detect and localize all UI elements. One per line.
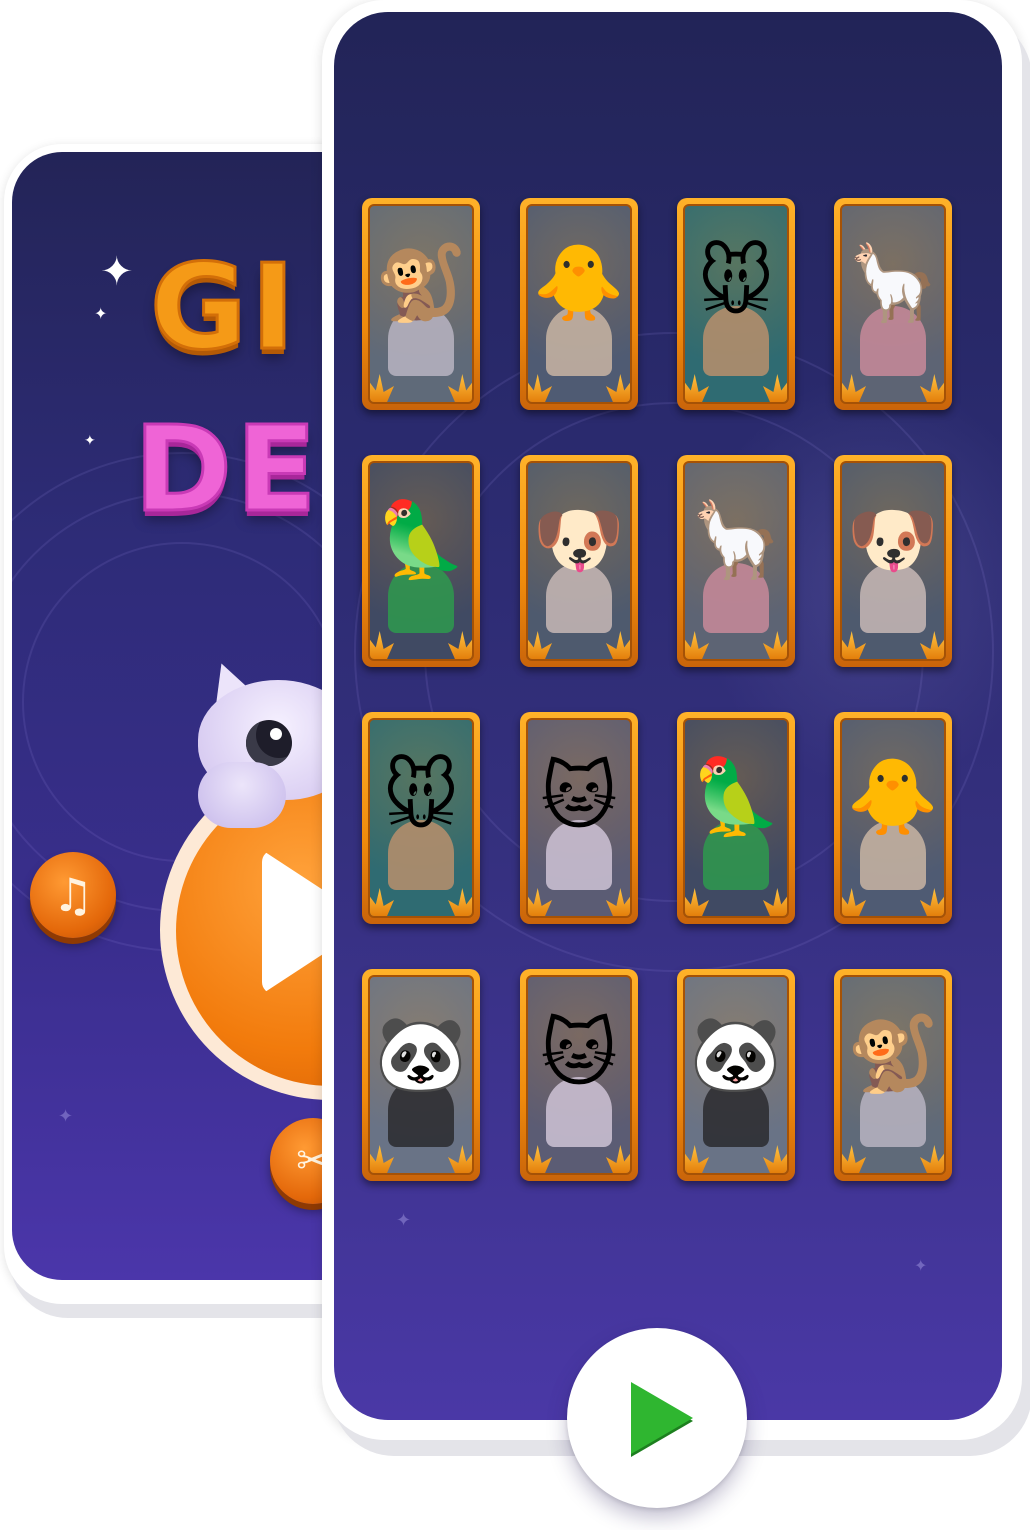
card-corner-ornament [842, 888, 866, 916]
card-corner-ornament [606, 631, 632, 661]
animal-card-kitten[interactable]: 🐱 [520, 969, 638, 1181]
card-artwork: 🐶 [840, 461, 946, 661]
card-corner-ornament [606, 1145, 632, 1175]
panda-icon: 🐼 [374, 1011, 468, 1097]
card-corner-ornament [685, 888, 709, 916]
animal-card-puppy[interactable]: 🐶 [834, 455, 952, 667]
animal-card-parrot[interactable]: 🦜 [362, 455, 480, 667]
kitten-icon: 🐱 [540, 1011, 618, 1097]
card-artwork: 🦜 [368, 461, 474, 661]
card-artwork: 🦙 [840, 204, 946, 404]
card-corner-ornament [763, 374, 789, 404]
card-corner-ornament [842, 1145, 866, 1173]
card-corner-ornament [448, 1145, 474, 1175]
card-corner-ornament [685, 1145, 709, 1173]
animal-card-mouse[interactable]: 🐭 [362, 712, 480, 924]
card-corner-ornament [606, 374, 632, 404]
music-note-icon: ♫ [52, 868, 94, 922]
card-artwork: 🐒 [368, 204, 474, 404]
animal-card-mouse[interactable]: 🐭 [677, 198, 795, 410]
panda-icon: 🐼 [689, 1011, 783, 1097]
card-corner-ornament [370, 374, 394, 402]
chick-icon: 🐥 [532, 240, 626, 326]
card-corner-ornament [606, 888, 632, 918]
game-title-line-1: GI [149, 237, 299, 378]
game-title-line-2: DE [133, 399, 321, 540]
card-artwork: 🐼 [368, 975, 474, 1175]
card-artwork: 🐱 [526, 975, 632, 1175]
card-corner-ornament [763, 1145, 789, 1175]
animal-card-parrot[interactable]: 🦜 [677, 712, 795, 924]
card-corner-ornament [920, 374, 946, 404]
llama-icon: 🦙 [689, 497, 783, 583]
card-corner-ornament [370, 1145, 394, 1173]
card-artwork: 🐶 [526, 461, 632, 661]
animal-card-llama[interactable]: 🦙 [834, 198, 952, 410]
card-artwork: 🐭 [683, 204, 789, 404]
card-artwork: 🐥 [526, 204, 632, 404]
card-artwork: 🐭 [368, 718, 474, 918]
animal-card-puppy[interactable]: 🐶 [520, 455, 638, 667]
chick-icon: 🐥 [846, 754, 940, 840]
animal-card-chick[interactable]: 🐥 [520, 198, 638, 410]
card-corner-ornament [528, 888, 552, 916]
animal-card-monkey[interactable]: 🐒 [834, 969, 952, 1181]
card-corner-ornament [920, 888, 946, 918]
monkey-icon: 🐒 [846, 1011, 940, 1097]
card-corner-ornament [685, 374, 709, 402]
cat-mascot-eye [246, 720, 292, 766]
cat-mascot-paw [198, 762, 286, 828]
card-artwork: 🐱 [526, 718, 632, 918]
card-corner-ornament [842, 631, 866, 659]
animal-card-chick[interactable]: 🐥 [834, 712, 952, 924]
play-button[interactable] [567, 1328, 747, 1508]
sparkle-icon: ✦ [94, 304, 108, 323]
sparkle-icon: ✦ [84, 433, 96, 449]
play-icon [631, 1382, 693, 1454]
kitten-icon: 🐱 [540, 754, 618, 840]
card-corner-ornament [448, 374, 474, 404]
card-corner-ornament [528, 1145, 552, 1173]
parrot-icon: 🦜 [374, 497, 468, 583]
puppy-icon: 🐶 [532, 497, 626, 583]
card-corner-ornament [448, 631, 474, 661]
card-corner-ornament [763, 888, 789, 918]
mouse-icon: 🐭 [697, 240, 775, 326]
puppy-icon: 🐶 [846, 497, 940, 583]
card-artwork: 🐥 [840, 718, 946, 918]
card-artwork: 🦙 [683, 461, 789, 661]
llama-icon: 🦙 [846, 240, 940, 326]
star-icon: ✦ [396, 1210, 412, 1231]
card-corner-ornament [920, 631, 946, 661]
card-corner-ornament [763, 631, 789, 661]
card-corner-ornament [528, 631, 552, 659]
card-corner-ornament [448, 888, 474, 918]
animal-card-llama[interactable]: 🦙 [677, 455, 795, 667]
card-corner-ornament [685, 631, 709, 659]
sparkle-icon: ✦ [100, 249, 134, 295]
mouse-icon: 🐭 [382, 754, 460, 840]
card-artwork: 🐼 [683, 975, 789, 1175]
star-icon: ✦ [914, 1256, 928, 1275]
star-icon: ✦ [58, 1106, 74, 1127]
card-corner-ornament [528, 374, 552, 402]
parrot-icon: 🦜 [689, 754, 783, 840]
card-corner-ornament [370, 888, 394, 916]
monkey-icon: 🐒 [374, 240, 468, 326]
card-artwork: 🦜 [683, 718, 789, 918]
music-toggle-button[interactable]: ♫ [30, 852, 116, 938]
animal-card-panda[interactable]: 🐼 [362, 969, 480, 1181]
card-corner-ornament [370, 631, 394, 659]
card-corner-ornament [842, 374, 866, 402]
animal-card-kitten[interactable]: 🐱 [520, 712, 638, 924]
card-corner-ornament [920, 1145, 946, 1175]
animal-card-panda[interactable]: 🐼 [677, 969, 795, 1181]
card-artwork: 🐒 [840, 975, 946, 1175]
animal-card-monkey[interactable]: 🐒 [362, 198, 480, 410]
